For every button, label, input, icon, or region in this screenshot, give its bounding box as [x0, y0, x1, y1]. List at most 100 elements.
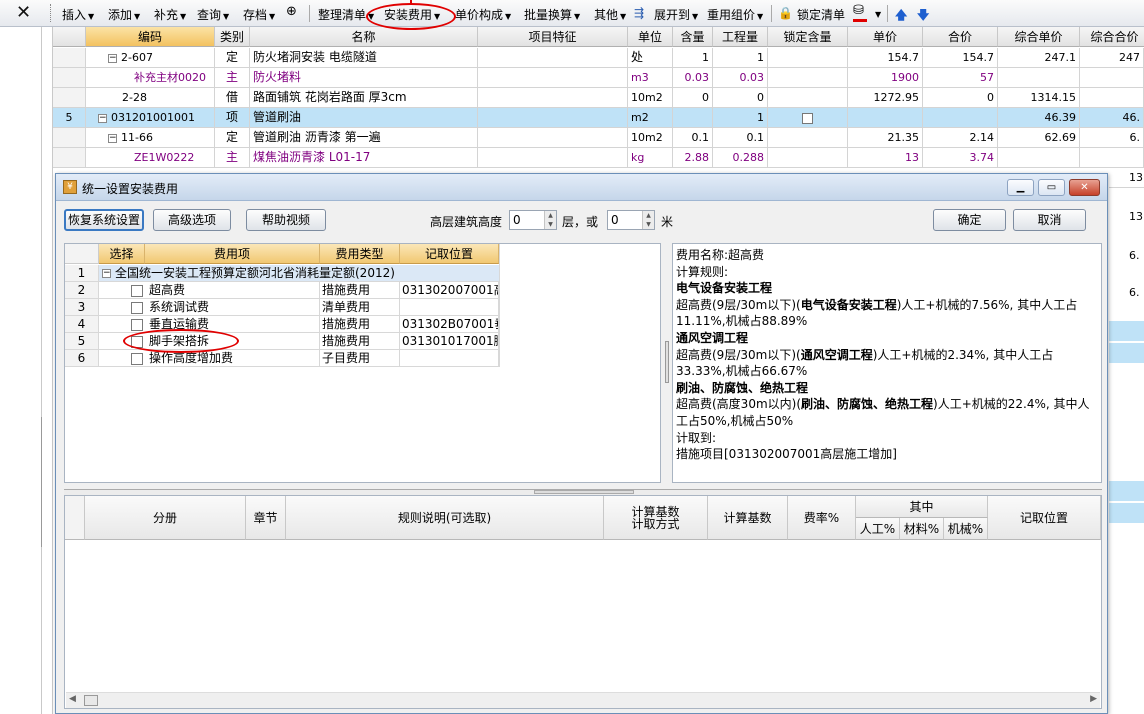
fee-group-label[interactable]: − 全国统一安装工程预算定额河北省消耗量定额(2012) — [99, 265, 499, 281]
fee-group-row[interactable]: 1 − 全国统一安装工程预算定额河北省消耗量定额(2012) — [65, 265, 499, 282]
amount-cell[interactable]: 1 — [713, 108, 768, 127]
fee-row[interactable]: 4 垂直运输费 措施费用 031302B07001垂 — [65, 316, 499, 333]
vertical-splitter[interactable] — [662, 243, 672, 483]
lock-cell[interactable] — [768, 148, 848, 167]
fee-checkbox[interactable] — [131, 284, 143, 297]
collapse-toggle[interactable]: − — [98, 113, 107, 123]
dialog-titlebar[interactable]: ¥ 统一设置安装费用 ▁ ▭ ✕ — [56, 174, 1107, 201]
lock-cell[interactable] — [768, 88, 848, 107]
splitter-grip[interactable] — [534, 490, 634, 494]
fee-item-cell[interactable]: 操作高度增加费 — [99, 350, 320, 366]
name-cell[interactable]: 防火堵洞安装 电缆隧道 — [250, 48, 478, 67]
table-row[interactable]: −11-66 定 管道刷油 沥青漆 第一遍 10m2 0.1 0.1 21.35… — [53, 128, 1144, 148]
table-row[interactable]: 补充主材0020 主 防火堵料 m3 0.03 0.03 1900 57 — [53, 68, 1144, 88]
name-cell[interactable]: 煤焦油沥青漆 L01-17 — [250, 148, 478, 167]
fee-header-position[interactable]: 记取位置 — [400, 244, 499, 264]
amount-cell[interactable]: 0.288 — [713, 148, 768, 167]
feature-cell[interactable] — [478, 88, 628, 107]
help-video-button[interactable]: 帮助视频 — [246, 209, 326, 231]
rule-header-rate[interactable]: 费率% — [788, 496, 856, 540]
unit-cell[interactable]: m3 — [628, 68, 673, 87]
fee-row[interactable]: 6 操作高度增加费 子目费用 — [65, 350, 499, 367]
feature-cell[interactable] — [478, 48, 628, 67]
rule-header-division[interactable]: 分册 — [85, 496, 246, 540]
amount-cell[interactable]: 0.1 — [713, 128, 768, 147]
table-row[interactable]: ZE1W0222 主 煤焦油沥青漆 L01-17 kg 2.88 0.288 1… — [53, 148, 1144, 168]
qty-cell[interactable]: 1 — [673, 48, 713, 67]
amount-cell[interactable]: 1 — [713, 48, 768, 67]
code-cell[interactable]: 2-28 — [86, 88, 215, 107]
rule-header-calc-base[interactable]: 计算基数 — [708, 496, 788, 540]
collapse-toggle[interactable]: − — [108, 133, 117, 143]
grid-header-name[interactable]: 名称 — [250, 27, 478, 47]
toolbar-reuse-button[interactable]: 重用组价 ▼ — [707, 6, 763, 23]
feature-cell[interactable] — [478, 68, 628, 87]
toolbar-supplement-button[interactable]: 补充 ▼ — [154, 6, 186, 23]
toolbar-unit-price-button[interactable]: 单价构成 ▼ — [455, 6, 511, 23]
left-panel-splitter[interactable] — [41, 417, 44, 547]
code-cell[interactable]: ZE1W0222 — [86, 148, 215, 167]
grid-header-ctotal[interactable]: 综合合价 — [1080, 27, 1144, 47]
toolbar-batch-convert-button[interactable]: 批量换算 ▼ — [524, 6, 580, 23]
grid-header-lock[interactable]: 锁定含量 — [768, 27, 848, 47]
fee-position-cell[interactable]: 031301017001脚 — [400, 333, 499, 349]
code-cell[interactable]: −11-66 — [86, 128, 215, 147]
grid-header-feature[interactable]: 项目特征 — [478, 27, 628, 47]
rule-header-machine[interactable]: 机械% — [944, 518, 988, 540]
paint-dropdown-arrow[interactable]: ▼ — [873, 6, 881, 20]
toolbar-expand-to-button[interactable]: 展开到 ▼ — [654, 6, 698, 23]
grid-header-type[interactable]: 类别 — [215, 27, 250, 47]
fee-header-type[interactable]: 费用类型 — [320, 244, 400, 264]
code-cell[interactable]: 补充主材0020 — [86, 68, 215, 87]
rule-header-position[interactable]: 记取位置 — [988, 496, 1101, 540]
fee-header-select[interactable]: 选择 — [99, 244, 145, 264]
fee-checkbox[interactable] — [131, 352, 143, 365]
toolbar-grip[interactable] — [50, 4, 53, 22]
grid-header-unit[interactable]: 单位 — [628, 27, 673, 47]
grid-header-total[interactable]: 合价 — [923, 27, 998, 47]
grid-header-price[interactable]: 单价 — [848, 27, 923, 47]
fee-item-cell[interactable]: 超高费 — [99, 282, 320, 298]
name-cell[interactable]: 管道刷油 — [250, 108, 478, 127]
fee-checkbox[interactable] — [131, 301, 143, 314]
lock-cell[interactable] — [768, 48, 848, 67]
qty-cell[interactable] — [673, 108, 713, 127]
floors-spinner[interactable]: 0 ▲ ▼ — [509, 210, 557, 230]
toolbar-archive-button[interactable]: 存档 ▼ — [243, 6, 275, 23]
unit-cell[interactable]: 处 — [628, 48, 673, 67]
scroll-right-arrow[interactable]: ▶ — [1090, 694, 1097, 704]
unit-cell[interactable]: 10m2 — [628, 128, 673, 147]
fee-row[interactable]: 3 系统调试费 清单费用 — [65, 299, 499, 316]
horizontal-scrollbar[interactable]: ◀ ▶ — [66, 692, 1100, 708]
rule-header-rule[interactable]: 规则说明(可选取) — [286, 496, 604, 540]
table-row-selected[interactable]: 5 −031201001001 项 管道刷油 m2 1 46.39 46. — [53, 108, 1144, 128]
rule-header-material[interactable]: 材料% — [900, 518, 944, 540]
qty-cell[interactable]: 0 — [673, 88, 713, 107]
splitter-grip[interactable] — [665, 341, 669, 383]
meters-spinner[interactable]: 0 ▲ ▼ — [607, 210, 655, 230]
collapse-toggle[interactable]: − — [108, 53, 117, 63]
spinner-arrows[interactable]: ▲ ▼ — [642, 211, 654, 229]
unit-cell[interactable]: kg — [628, 148, 673, 167]
name-cell[interactable]: 路面铺筑 花岗岩路面 厚3cm — [250, 88, 478, 107]
minimize-button[interactable]: ▁ — [1007, 179, 1034, 196]
scroll-left-arrow[interactable]: ◀ — [69, 694, 76, 704]
scroll-thumb[interactable] — [84, 695, 98, 706]
maximize-button[interactable]: ▭ — [1038, 179, 1065, 196]
fee-row[interactable]: 2 超高费 措施费用 031302007001高 — [65, 282, 499, 299]
paint-bucket-icon[interactable]: ⛁ — [853, 3, 867, 22]
move-up-icon[interactable]: 🡅 — [895, 6, 907, 27]
restore-system-settings-button[interactable]: 恢复系统设置 — [64, 209, 144, 231]
code-cell[interactable]: −031201001001 — [86, 108, 215, 127]
fee-header-item[interactable]: 费用项 — [145, 244, 320, 264]
qty-cell[interactable]: 0.03 — [673, 68, 713, 87]
fee-position-cell[interactable] — [400, 299, 499, 315]
cancel-button[interactable]: 取消 — [1013, 209, 1086, 231]
unit-cell[interactable]: m2 — [628, 108, 673, 127]
table-row[interactable]: 2-28 借 路面铺筑 花岗岩路面 厚3cm 10m2 0 0 1272.95 … — [53, 88, 1144, 108]
fee-position-cell[interactable] — [400, 350, 499, 366]
ok-button[interactable]: 确定 — [933, 209, 1006, 231]
grid-header-qty[interactable]: 含量 — [673, 27, 713, 47]
name-cell[interactable]: 防火堵料 — [250, 68, 478, 87]
qty-cell[interactable]: 0.1 — [673, 128, 713, 147]
